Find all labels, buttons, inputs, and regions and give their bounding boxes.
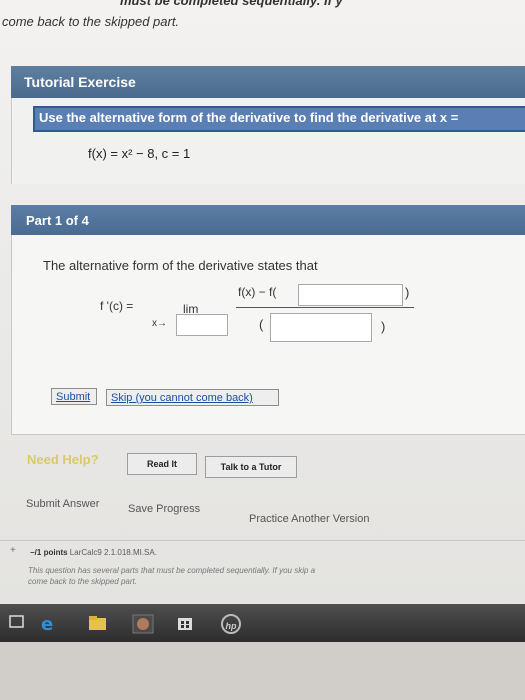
top-note: must be completed sequentially. If y com… <box>0 0 525 40</box>
need-help-label: Need Help? <box>27 452 99 467</box>
screen: must be completed sequentially. If y com… <box>0 0 525 642</box>
top-note-line2: come back to the skipped part. <box>2 14 180 29</box>
file-explorer-icon[interactable] <box>87 613 109 633</box>
read-it-button[interactable]: Read It <box>127 453 197 475</box>
points-line: −/1 points LarCalc9 2.1.018.MI.SA. <box>30 548 157 557</box>
photo-icon[interactable] <box>131 613 155 635</box>
edge-icon[interactable]: e <box>38 613 60 635</box>
submit-button[interactable]: Submit <box>51 388 97 405</box>
window-icon[interactable] <box>8 613 26 631</box>
question-note: This question has several parts that mus… <box>28 565 315 587</box>
fraction-line <box>236 307 414 308</box>
instruction-banner: Use the alternative form of the derivati… <box>33 106 525 132</box>
expand-plus-icon[interactable]: + <box>10 545 16 556</box>
numerator-input[interactable] <box>298 284 403 306</box>
denominator-input[interactable] <box>270 313 372 342</box>
fprime-label: f '(c) = <box>100 299 134 313</box>
section-divider <box>0 540 525 541</box>
function-definition: f(x) = x² − 8, c = 1 <box>88 146 191 161</box>
part-header: Part 1 of 4 <box>11 205 525 235</box>
tutorial-title: Tutorial Exercise <box>24 74 136 90</box>
points-value: −/1 points <box>30 548 68 557</box>
talk-to-tutor-button[interactable]: Talk to a Tutor <box>205 456 297 478</box>
practice-another-button[interactable]: Practice Another Version <box>249 513 369 525</box>
store-icon[interactable] <box>175 613 195 633</box>
skip-button[interactable]: Skip (you cannot come back) <box>106 389 279 406</box>
denominator-open-paren: ( <box>259 317 264 332</box>
svg-text:e: e <box>41 614 53 635</box>
tutorial-header: Tutorial Exercise <box>11 66 525 98</box>
question-note-line2: come back to the skipped part. <box>28 577 137 586</box>
submit-answer-button[interactable]: Submit Answer <box>26 498 99 510</box>
taskbar: e <box>0 604 525 642</box>
limit-point-input[interactable] <box>176 314 228 336</box>
x-arrow-label: x→ <box>152 318 167 329</box>
denominator-close-paren: ) <box>381 319 386 334</box>
numerator-close-paren: ) <box>405 285 410 300</box>
save-progress-button[interactable]: Save Progress <box>128 503 200 515</box>
alt-form-text: The alternative form of the derivative s… <box>43 258 318 273</box>
part-title: Part 1 of 4 <box>26 213 89 228</box>
laptop-bezel <box>0 642 525 700</box>
hp-icon: hp <box>221 614 241 634</box>
instruction-text: Use the alternative form of the derivati… <box>39 110 459 125</box>
question-note-line1: This question has several parts that mus… <box>28 566 316 575</box>
top-note-line1: must be completed sequentially. If y <box>120 0 343 8</box>
numerator-text: f(x) − f( <box>238 285 277 299</box>
question-ref: LarCalc9 2.1.018.MI.SA. <box>69 548 157 557</box>
